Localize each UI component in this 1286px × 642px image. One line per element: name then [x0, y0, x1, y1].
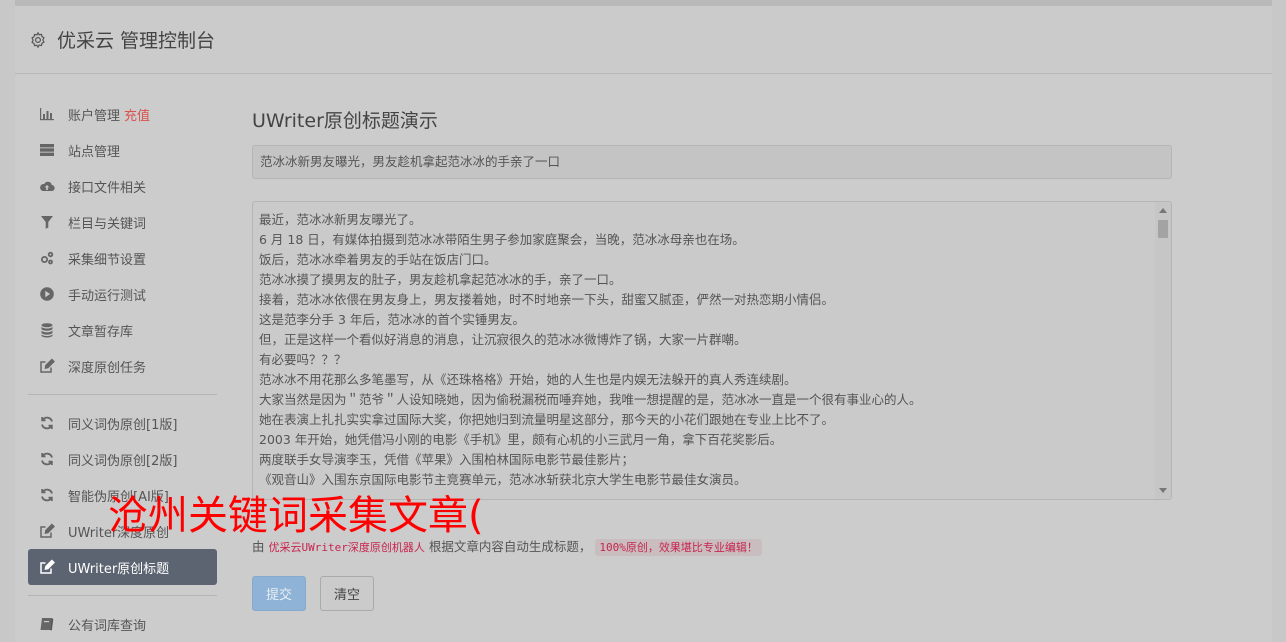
- content-line: 6 月 18 日，有媒体拍摄到范冰冰带陌生男子参加家庭聚会，当晚，范冰冰母亲也在…: [259, 232, 745, 247]
- book-icon: [40, 618, 54, 631]
- textarea-scrollbar[interactable]: [1155, 202, 1171, 499]
- sidebar: 账户管理 充值 站点管理 接口文件相关 栏目与关键词 采集细节设置 手动运行测试…: [28, 96, 217, 642]
- content-line: 接着，范冰冰依偎在男友身上，男友搂着她，时不时地亲一下头，甜蜜又腻歪，俨然一对热…: [259, 292, 835, 307]
- submit-button[interactable]: 提交: [252, 576, 306, 611]
- page-title: UWriter原创标题演示: [252, 110, 438, 132]
- sidebar-item-uwriter-title[interactable]: UWriter原创标题: [28, 549, 217, 585]
- content-line: 两度联手女导演李玉，凭借《苹果》入围柏林国际电影节最佳影片；: [259, 452, 635, 467]
- sidebar-item-sites[interactable]: 站点管理: [28, 132, 217, 168]
- content-line: 范冰冰摸了摸男友的肚子，男友趁机拿起范冰冰的手，亲了一口。: [259, 272, 622, 287]
- article-content-textarea[interactable]: 最近，范冰冰新男友曝光了。 6 月 18 日，有媒体拍摄到范冰冰带陌生男子参加家…: [252, 201, 1172, 500]
- window-left-border: [0, 0, 15, 642]
- edit-icon: [40, 523, 55, 538]
- cloud-upload-icon: [40, 181, 55, 192]
- content-line: 这是范李分手 3 年后，范冰冰的首个实锤男友。: [259, 312, 525, 327]
- content-line: 《观音山》入围东京国际电影节主竞赛单元，范冰冰斩获北京大学生电影节最佳女演员。: [259, 472, 747, 487]
- content-line: 但，正是这样一个看似好消息的消息，让沉寂很久的范冰冰微博炸了锅，大家一片群嘲。: [259, 332, 747, 347]
- sidebar-item-deep-original-task[interactable]: 深度原创任务: [28, 348, 217, 384]
- sidebar-item-synonym-v2[interactable]: 同义词伪原创[2版]: [28, 441, 217, 477]
- sidebar-item-account[interactable]: 账户管理 充值: [28, 96, 217, 132]
- scroll-up-arrow-icon[interactable]: [1159, 208, 1167, 213]
- watermark-text: 沧州关键词采集文章(: [108, 493, 484, 539]
- scroll-down-arrow-icon[interactable]: [1159, 488, 1167, 493]
- content-line: 范冰冰不用花那么多笔墨写，从《还珠格格》开始，她的人生也是内娱无法躲开的真人秀连…: [259, 372, 797, 387]
- sidebar-item-label: 采集细节设置: [68, 252, 147, 268]
- server-icon: [40, 144, 54, 156]
- sidebar-item-label: UWriter原创标题: [68, 561, 170, 577]
- sidebar-item-label: 手动运行测试: [68, 288, 147, 304]
- play-circle-icon: [40, 287, 54, 301]
- sidebar-item-manual-run[interactable]: 手动运行测试: [28, 276, 217, 312]
- content-line: 有必要吗？？？: [259, 352, 347, 367]
- sidebar-item-label: 文章暂存库: [68, 324, 134, 340]
- clear-button[interactable]: 清空: [320, 576, 374, 611]
- app-title: 优采云 管理控制台: [57, 30, 216, 52]
- sidebar-divider: [28, 595, 217, 596]
- sidebar-item-synonym-v1[interactable]: 同义词伪原创[1版]: [28, 405, 217, 441]
- refresh-icon: [41, 452, 53, 466]
- filter-icon: [41, 216, 53, 229]
- recharge-link[interactable]: 充值: [124, 105, 150, 124]
- generated-title-field[interactable]: 范冰冰新男友曝光，男友趁机拿起范冰冰的手亲了一口: [252, 145, 1172, 179]
- sidebar-item-label: 同义词伪原创[2版]: [68, 453, 178, 469]
- sidebar-divider: [28, 394, 217, 395]
- gears-icon: [41, 251, 54, 265]
- refresh-icon: [41, 488, 53, 502]
- scrollbar-thumb[interactable]: [1158, 220, 1168, 238]
- sidebar-item-article-store[interactable]: 文章暂存库: [28, 312, 217, 348]
- edit-icon: [40, 358, 55, 373]
- sidebar-item-api-files[interactable]: 接口文件相关: [28, 168, 217, 204]
- edit-icon: [40, 559, 55, 574]
- refresh-icon: [41, 416, 53, 430]
- database-icon: [41, 323, 53, 338]
- content-line: 饭后，范冰冰牵着男友的手站在饭店门口。: [259, 252, 497, 267]
- sidebar-item-label: 深度原创任务: [68, 360, 147, 376]
- note-highlight: 100%原创，效果堪比专业编辑！: [595, 539, 762, 556]
- sidebar-item-label: 站点管理: [68, 144, 121, 160]
- content-line: 她在表演上扎扎实实拿过国际大奖，你把她归到流量明星这部分，那今天的小花们跟她在专…: [259, 412, 835, 427]
- sidebar-item-label: 栏目与关键词: [68, 216, 147, 232]
- content-line: 最近，范冰冰新男友曝光了。: [259, 212, 422, 227]
- gear-icon: [31, 31, 45, 48]
- sidebar-item-public-lexicon[interactable]: 公有词库查询: [28, 606, 217, 642]
- sidebar-item-label: 公有词库查询: [68, 618, 147, 634]
- content-line: 2003 年开始，她凭借冯小刚的电影《手机》里，颇有心机的小三武月一角，拿下百花…: [259, 432, 783, 447]
- sidebar-item-categories-keywords[interactable]: 栏目与关键词: [28, 204, 217, 240]
- sidebar-item-label: 账户管理: [68, 108, 121, 124]
- sidebar-item-label: 同义词伪原创[1版]: [68, 417, 178, 433]
- top-header: 优采云 管理控制台: [15, 6, 1272, 74]
- sidebar-item-label: 接口文件相关: [68, 180, 147, 196]
- content-line: 大家当然是因为＂范爷＂人设知晓她，因为偷税漏税而唾弃她，我唯一想提醒的是，范冰冰…: [259, 392, 922, 407]
- article-content-text: 最近，范冰冰新男友曝光了。 6 月 18 日，有媒体拍摄到范冰冰带陌生男子参加家…: [253, 202, 1171, 490]
- window-right-border: [1272, 0, 1286, 642]
- sidebar-item-collect-settings[interactable]: 采集细节设置: [28, 240, 217, 276]
- bar-chart-icon: [40, 108, 54, 121]
